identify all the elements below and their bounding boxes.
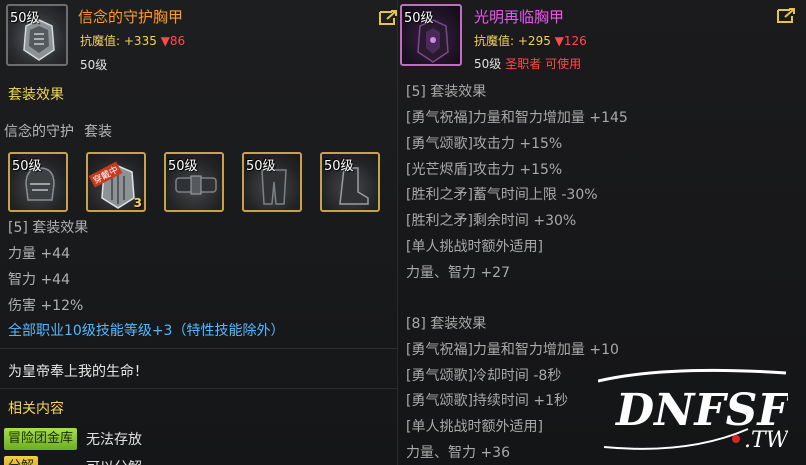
set-effect-8-line: 力量、智力 +36	[406, 445, 510, 461]
set-effect-8-line: [单人挑战时额外适用]	[406, 419, 543, 435]
flavor-quote: 为皇帝奉上我的生命！	[8, 364, 148, 380]
set-effect-5-line: [单人挑战时额外适用]	[406, 239, 543, 255]
chest-armor-icon[interactable]: 50级	[400, 4, 462, 66]
set-slot-chest[interactable]: 穿戴中 3	[86, 152, 146, 212]
divider	[0, 388, 398, 389]
item-level-tag: 50级	[404, 11, 434, 26]
set-effect-5-header: [5] 套装效果	[406, 84, 487, 100]
anti-magic-stat: 抗魔值: +295 ▼126	[474, 32, 587, 49]
slot-level: 50级	[324, 159, 354, 174]
slot-count-badge: 3	[133, 196, 142, 210]
chest-armor-icon[interactable]: 50级	[6, 4, 68, 66]
set-effect-header: [5] 套装效果	[8, 220, 89, 236]
set-slot-helmet[interactable]: 50级	[8, 152, 68, 212]
adventure-vault-desc: 无法存放	[86, 432, 142, 448]
skill-level-bonus: 全部职业10级技能等级+3（特性技能除外）	[8, 323, 285, 339]
slot-level: 50级	[12, 159, 42, 174]
item-name: 信念的守护胸甲	[78, 8, 184, 26]
set-effect-8-line: [勇气颂歌]持续时间 +1秒	[406, 393, 569, 409]
set-effect-5-line: 力量、智力 +27	[406, 265, 510, 281]
item-level-text: 50级	[80, 58, 108, 72]
stat-label: 抗魔值:	[474, 34, 515, 48]
item-level-line: 50级 圣职者 可使用	[474, 55, 581, 72]
item-level-tag: 50级	[10, 11, 40, 26]
compare-icon[interactable]	[378, 8, 400, 28]
set-effect-5-line: [胜利之矛]蓄气时间上限 -30%	[406, 187, 598, 203]
effect-strength: 力量 +44	[8, 246, 70, 262]
disassemble-tag[interactable]: 分解	[4, 456, 39, 465]
set-effect-5-line: [胜利之矛]剩余时间 +30%	[406, 213, 577, 229]
effect-intelligence: 智力 +44	[8, 272, 70, 288]
left-item-tooltip: 50级 信念的守护胸甲 抗魔值: +335 ▼86 50级 套装效果 信念的守护…	[0, 0, 398, 465]
set-effect-8-line: [勇气颂歌]冷却时间 -8秒	[406, 368, 562, 384]
class-requirement: 圣职者 可使用	[505, 57, 582, 71]
set-effect-8-header: [8] 套装效果	[406, 316, 487, 332]
set-slot-belt[interactable]: 50级	[164, 152, 224, 212]
slot-level: 50级	[246, 159, 276, 174]
set-name-label: 信念的守护	[4, 124, 74, 140]
set-suffix: 套装	[84, 124, 112, 140]
set-slot-boots[interactable]: 50级	[320, 152, 380, 212]
related-title: 相关内容	[8, 401, 64, 417]
disassemble-desc: 可以分解	[86, 457, 142, 465]
slot-level: 50级	[168, 159, 198, 174]
divider	[0, 348, 398, 349]
set-effect-8-line: [勇气祝福]力量和智力增加量 +10	[406, 342, 619, 358]
set-effect-5-line: [勇气颂歌]攻击力 +15%	[406, 136, 563, 152]
stat-diff: ▼86	[160, 34, 186, 48]
anti-magic-stat: 抗魔值: +335 ▼86	[80, 32, 185, 49]
item-name: 光明再临胸甲	[474, 8, 565, 26]
stat-diff: ▼126	[554, 34, 587, 48]
set-name: 信念的守护 套装	[4, 121, 112, 141]
stat-label: 抗魔值:	[80, 34, 121, 48]
effect-damage: 伤害 +12%	[8, 298, 84, 314]
set-slot-pants[interactable]: 50级	[242, 152, 302, 212]
item-level-text: 50级	[474, 57, 502, 71]
set-effect-5-line: [勇气祝福]力量和智力增加量 +145	[406, 110, 628, 126]
stat-value: +335	[123, 34, 157, 48]
set-effect-title: 套装效果	[8, 87, 64, 103]
set-effect-5-line: [光芒烬盾]攻击力 +15%	[406, 162, 563, 178]
compare-icon[interactable]	[776, 6, 798, 26]
stat-value: +295	[517, 34, 551, 48]
adventure-vault-tag[interactable]: 冒险团金库	[4, 428, 78, 450]
